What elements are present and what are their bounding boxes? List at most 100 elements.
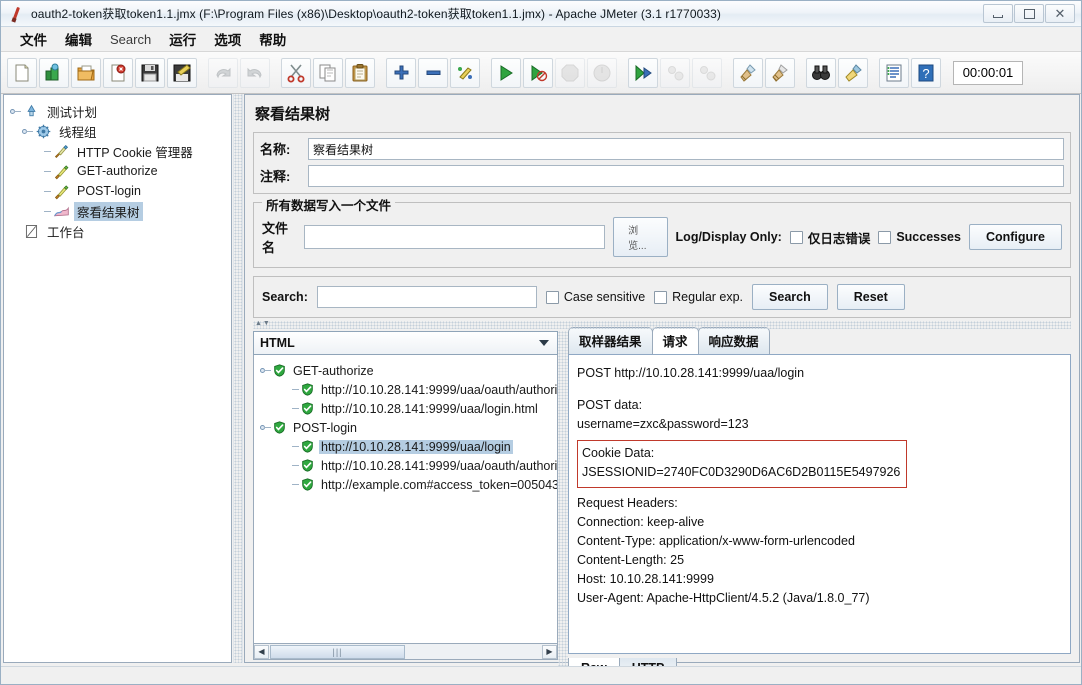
page-title: 察看结果树	[255, 106, 331, 123]
result-node-1[interactable]: http://10.10.28.141:9999/uaa/oauth/autho…	[260, 380, 557, 399]
clipboard-icon	[350, 63, 370, 83]
horizontal-splitter[interactable]: ▲▼	[253, 320, 1071, 329]
search-input[interactable]	[316, 286, 537, 308]
chevron-down-icon[interactable]	[539, 340, 549, 346]
collapse-all-button[interactable]	[418, 57, 448, 88]
expand-all-button[interactable]	[386, 57, 416, 88]
result-node-5[interactable]: http://10.10.28.141:9999/uaa/oauth/autho…	[260, 456, 557, 475]
start-button[interactable]	[491, 57, 521, 88]
function-helper-button[interactable]	[879, 57, 909, 88]
tree-node-3[interactable]: GET-authorize	[10, 161, 231, 181]
search-reset-button[interactable]: Reset	[836, 284, 905, 310]
vertical-splitter[interactable]	[233, 94, 243, 663]
tree-node-5[interactable]: 察看结果树	[10, 201, 231, 221]
case-sensitive-wrap[interactable]: Case sensitive	[545, 290, 645, 304]
toggle-button[interactable]	[450, 57, 480, 88]
remote-start-all-button[interactable]	[628, 57, 658, 88]
tree-node-4[interactable]: POST-login	[10, 181, 231, 201]
search-submit-button[interactable]: Search	[752, 284, 828, 310]
expand-handle-icon[interactable]	[260, 422, 271, 433]
paste-button[interactable]	[345, 57, 375, 88]
plus-icon	[391, 63, 411, 83]
tree-branch-line	[288, 441, 299, 452]
expand-handle-icon[interactable]	[22, 126, 33, 137]
jmeter-window: oauth2-token获取token1.1.jmx (F:\Program F…	[0, 0, 1082, 685]
menu-item-3[interactable]: 运行	[160, 26, 205, 52]
errors-only-checkbox-wrap[interactable]: 仅日志错误	[789, 228, 870, 247]
comment-input[interactable]	[308, 164, 1064, 187]
request-detail-view[interactable]: POST http://10.10.28.141:9999/uaa/login P…	[568, 354, 1071, 654]
open-button[interactable]	[71, 57, 101, 88]
save-button[interactable]	[135, 57, 165, 88]
results-tree-hscrollbar[interactable]: ◀ ||| ▶	[253, 644, 558, 660]
new-button[interactable]	[7, 57, 37, 88]
results-detail-splitter[interactable]	[558, 331, 568, 680]
tree-node-0[interactable]: 测试计划	[10, 101, 231, 121]
results-tree-column: HTML GET-authorize http://10.10.28.141:99…	[253, 331, 558, 680]
expand-handle-icon[interactable]	[260, 365, 271, 376]
copy-button[interactable]	[313, 57, 343, 88]
broom-clear-all-icon	[770, 63, 790, 83]
results-tree[interactable]: GET-authorize http://10.10.28.141:9999/ua…	[253, 355, 558, 644]
splitter-arrows-icon[interactable]: ▲▼	[255, 320, 271, 327]
menu-item-5[interactable]: 帮助	[250, 26, 295, 52]
results-area: HTML GET-authorize http://10.10.28.141:99…	[253, 327, 1071, 680]
templates-button[interactable]	[39, 57, 69, 88]
result-node-label: http://10.10.28.141:9999/uaa/login	[319, 439, 513, 454]
test-plan-tree[interactable]: 测试计划 线程组 HTTP Cookie 管理器 GET-authorize POST-…	[4, 95, 231, 241]
menu-item-0[interactable]: 文件	[11, 26, 56, 52]
close-button[interactable]: ✕	[1045, 4, 1075, 23]
tree-node-label: 工作台	[47, 225, 85, 240]
tree-node-6[interactable]: 工作台	[10, 221, 231, 241]
case-sensitive-checkbox[interactable]	[545, 290, 559, 304]
clear-button[interactable]	[733, 57, 763, 88]
regular-exp-wrap[interactable]: Regular exp.	[654, 290, 743, 304]
new-file-icon	[12, 63, 32, 83]
detail-tab-1[interactable]: 请求	[651, 327, 699, 354]
name-input[interactable]: 察看结果树	[308, 137, 1064, 160]
cookie-data-line: JSESSIONID=2740FC0D3290D6AC6D2B0115E5497…	[582, 465, 901, 479]
renderer-combo[interactable]: HTML	[253, 331, 558, 355]
result-node-0[interactable]: GET-authorize	[260, 361, 557, 380]
errors-only-checkbox[interactable]	[789, 230, 803, 244]
detail-tab-0[interactable]: 取样器结果	[568, 327, 653, 354]
window-controls: ✕	[983, 4, 1075, 23]
expand-handle-icon[interactable]	[10, 106, 21, 117]
menu-item-1[interactable]: 编辑	[56, 26, 101, 52]
menu-item-2[interactable]: Search	[101, 29, 160, 50]
maximize-button[interactable]	[1014, 4, 1044, 23]
tree-node-label: 察看结果树	[74, 201, 143, 221]
result-node-3[interactable]: POST-login	[260, 418, 557, 437]
toggle-pencil-icon	[455, 63, 475, 83]
close-button[interactable]	[103, 57, 133, 88]
result-node-2[interactable]: http://10.10.28.141:9999/uaa/login.html	[260, 399, 557, 418]
result-node-6[interactable]: http://example.com#access_token=005043	[260, 475, 557, 494]
hscroll-thumb[interactable]: |||	[270, 644, 405, 659]
result-node-4[interactable]: http://10.10.28.141:9999/uaa/login	[260, 437, 557, 456]
search-reset-button[interactable]	[838, 57, 868, 88]
help-button[interactable]: ?	[911, 57, 941, 88]
detail-tab-2[interactable]: 响应数据	[697, 327, 770, 354]
minimize-button[interactable]	[983, 4, 1013, 23]
tree-node-2[interactable]: HTTP Cookie 管理器	[10, 141, 231, 161]
menu-item-4[interactable]: 选项	[205, 26, 250, 52]
filename-input[interactable]	[303, 225, 606, 249]
successes-checkbox[interactable]	[878, 230, 892, 244]
successes-label: Successes	[896, 230, 961, 244]
elapsed-timer: 00:00:01	[953, 60, 1023, 85]
save-as-button[interactable]	[167, 57, 197, 88]
start-no-pauses-button[interactable]	[523, 57, 553, 88]
tree-node-1[interactable]: 线程组	[10, 121, 231, 141]
stop-octagon-icon	[560, 63, 580, 83]
cut-button[interactable]	[281, 57, 311, 88]
cookie-data-highlight: Cookie Data: JSESSIONID=2740FC0D3290D6AC6…	[577, 440, 908, 488]
configure-button[interactable]: Configure	[968, 224, 1062, 250]
search-button[interactable]	[806, 57, 836, 88]
scroll-right-arrow-icon[interactable]: ▶	[542, 644, 557, 659]
successes-checkbox-wrap[interactable]: Successes	[878, 230, 961, 244]
success-shield-icon	[301, 402, 314, 415]
scroll-left-arrow-icon[interactable]: ◀	[254, 644, 269, 659]
regular-exp-checkbox[interactable]	[654, 290, 668, 304]
browse-button[interactable]: 浏览...	[613, 217, 668, 257]
clear-all-button[interactable]	[765, 57, 795, 88]
